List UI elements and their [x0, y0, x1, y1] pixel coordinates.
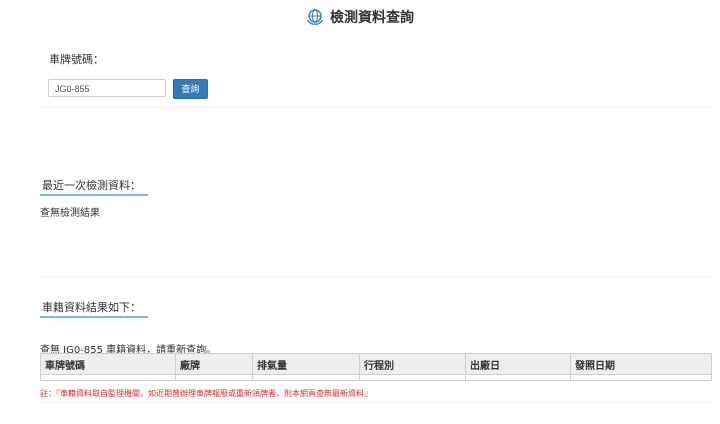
latest-inspection-heading-block: 最近一次檢測資料： [40, 177, 148, 196]
column-header-displacement: 排氣量 [252, 353, 360, 375]
divider [40, 402, 712, 403]
divider [40, 107, 712, 108]
table-cell [40, 374, 176, 381]
plate-number-label: 車牌號碼： [49, 53, 104, 66]
vehicle-results-table: 車牌號碼 廠牌 排氣量 行程別 出廠日 發照日期 [40, 353, 712, 381]
column-header-license-date: 發照日期 [570, 353, 712, 375]
table-cell [359, 374, 466, 381]
table-cell [465, 374, 571, 381]
disclaimer-note: 註：『車籍資料取自監理機關，如近期曾辦理車牌報廢或重新領牌者，則本網頁查無最新資… [40, 389, 372, 398]
query-button[interactable]: 查詢 [173, 79, 208, 99]
column-header-brand: 廠牌 [175, 353, 253, 375]
page-header: 檢測資料查詢 [0, 6, 720, 28]
table-cell [175, 374, 253, 381]
plate-number-input[interactable]: JG0-855 [48, 79, 166, 97]
inspection-result-text: 查無檢測結果 [40, 208, 100, 219]
heading-underline [40, 194, 148, 196]
table-row [40, 374, 712, 381]
column-header-stroke: 行程別 [359, 353, 466, 375]
table-cell [570, 374, 712, 381]
globe-hands-icon [306, 8, 324, 26]
page-title: 檢測資料查詢 [330, 10, 414, 26]
column-header-plate: 車牌號碼 [40, 353, 176, 375]
table-cell [252, 374, 360, 381]
latest-inspection-heading: 最近一次檢測資料： [42, 179, 141, 192]
column-header-manufacture-date: 出廠日 [465, 353, 571, 375]
divider [40, 276, 712, 277]
table-header-row: 車牌號碼 廠牌 排氣量 行程別 出廠日 發照日期 [40, 353, 712, 375]
vehicle-registry-heading: 車籍資料結果如下： [42, 301, 141, 314]
vehicle-registry-heading-block: 車籍資料結果如下： [40, 299, 148, 318]
heading-underline [40, 316, 148, 318]
